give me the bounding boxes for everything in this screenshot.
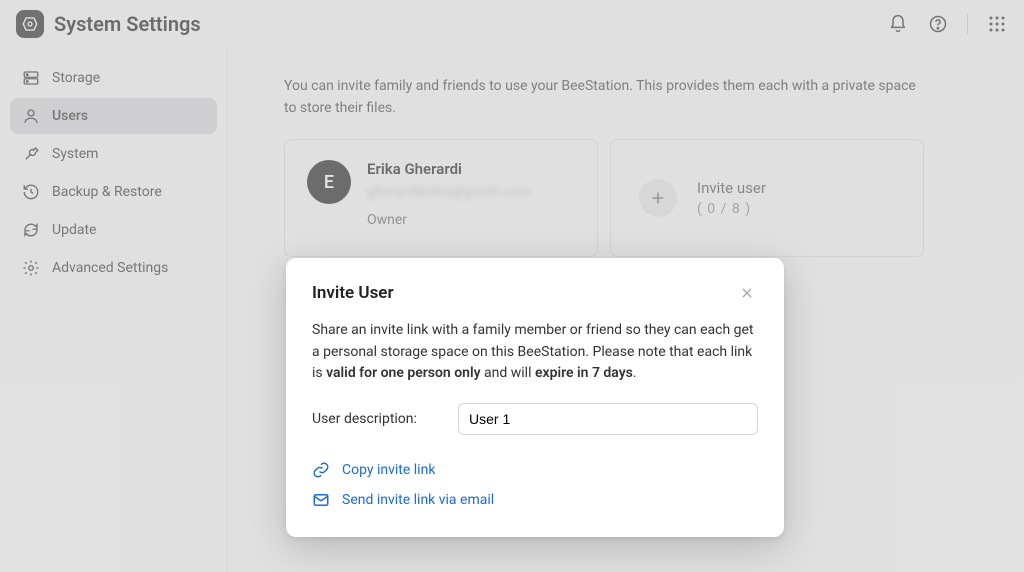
action-label: Copy invite link bbox=[342, 462, 435, 478]
user-description-input[interactable] bbox=[458, 403, 758, 435]
close-icon[interactable] bbox=[736, 282, 758, 304]
modal-body-mid: and will bbox=[481, 365, 535, 381]
modal-title: Invite User bbox=[312, 283, 394, 303]
modal-header: Invite User bbox=[312, 282, 758, 304]
modal-body-end: . bbox=[633, 365, 637, 381]
link-icon bbox=[312, 461, 330, 479]
action-label: Send invite link via email bbox=[342, 492, 494, 508]
modal-body: Share an invite link with a family membe… bbox=[312, 320, 758, 385]
mail-icon bbox=[312, 491, 330, 509]
send-invite-email[interactable]: Send invite link via email bbox=[312, 485, 758, 515]
copy-invite-link[interactable]: Copy invite link bbox=[312, 455, 758, 485]
modal-body-bold2: expire in 7 days bbox=[535, 365, 633, 381]
modal-overlay[interactable]: Invite User Share an invite link with a … bbox=[0, 0, 1024, 572]
modal-body-bold1: valid for one person only bbox=[326, 365, 480, 381]
field-label: User description: bbox=[312, 411, 458, 427]
user-description-field: User description: bbox=[312, 403, 758, 435]
invite-user-modal: Invite User Share an invite link with a … bbox=[286, 258, 784, 537]
